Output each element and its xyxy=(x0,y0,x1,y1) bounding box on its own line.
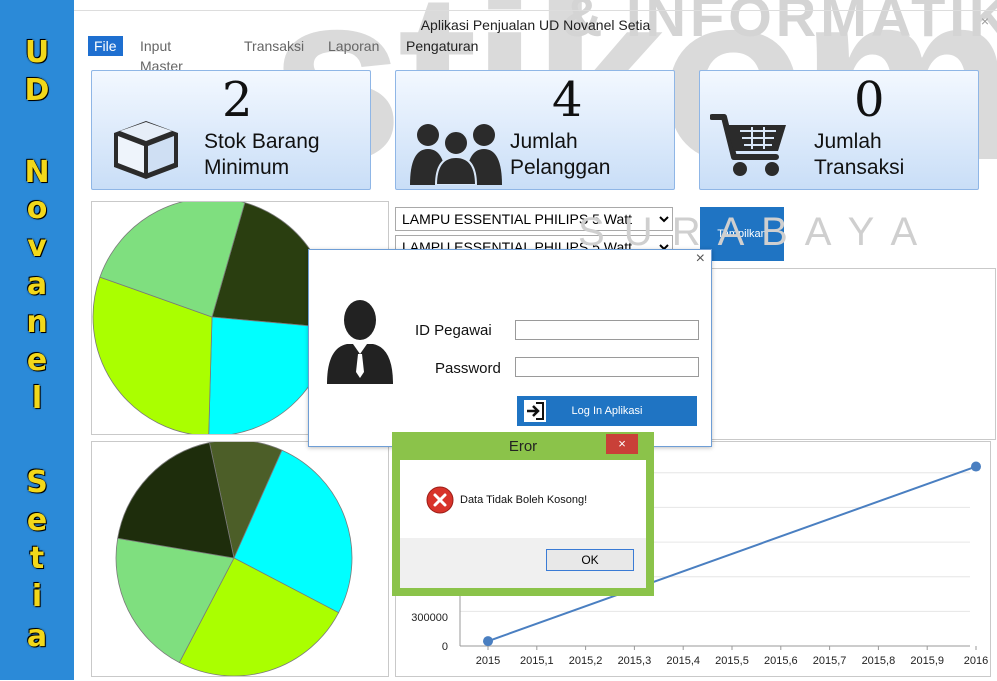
cart-icon xyxy=(710,114,786,176)
card-jumlah-transaksi[interactable]: 0 Jumlah Transaksi xyxy=(699,70,979,190)
people-icon xyxy=(410,124,502,185)
pie-chart-2 xyxy=(115,439,353,677)
sidebar-letter: n xyxy=(26,305,48,340)
sidebar-letter: N xyxy=(24,155,50,190)
sidebar-letter: t xyxy=(29,541,45,576)
menu-transaksi[interactable]: Transaksi xyxy=(244,36,304,56)
error-body: Data Tidak Boleh Kosong! OK xyxy=(400,460,646,588)
error-dialog: Eror × Data Tidak Boleh Kosong! OK xyxy=(392,432,654,596)
password-label: Password xyxy=(435,360,501,377)
sidebar-letter: o xyxy=(26,191,48,226)
x-tick-label: 2015,6 xyxy=(764,655,798,667)
result-panel xyxy=(710,268,996,440)
y-tick-label: 0 xyxy=(442,641,448,653)
menu-file[interactable]: File xyxy=(88,36,123,56)
ok-button[interactable]: OK xyxy=(546,549,634,571)
window-close-button[interactable]: × xyxy=(981,13,989,29)
sidebar-letter: a xyxy=(26,267,48,302)
id-pegawai-label: ID Pegawai xyxy=(415,322,492,339)
card-count: 4 xyxy=(552,72,583,128)
pie-chart-panel-2 xyxy=(91,439,389,677)
x-tick-label: 2015 xyxy=(476,655,500,667)
error-icon xyxy=(426,486,454,514)
sidebar-letter: U xyxy=(24,35,50,70)
sidebar-letter: D xyxy=(24,73,50,108)
user-avatar-icon xyxy=(327,300,393,384)
login-label: Log In Aplikasi xyxy=(571,405,643,417)
sidebar-banner: UDNovanelSetia xyxy=(0,0,74,680)
card-stok-barang[interactable]: 2 Stok Barang Minimum xyxy=(91,70,371,190)
login-icon xyxy=(524,400,546,422)
x-tick-label: 2015,2 xyxy=(569,655,603,667)
card-jumlah-pelanggan[interactable]: 4 Jumlah Pelanggan xyxy=(395,70,675,190)
menu-input-master[interactable]: Input Master xyxy=(140,36,183,74)
card-count: 2 xyxy=(222,72,253,128)
x-tick-label: 2015,8 xyxy=(862,655,896,667)
x-tick-label: 2016 xyxy=(964,655,988,667)
card-label: Pelanggan xyxy=(510,156,611,179)
error-message: Data Tidak Boleh Kosong! xyxy=(460,494,588,506)
window-titlebar: Aplikasi Penjualan UD Novanel Setia × xyxy=(74,10,997,37)
y-tick-label: 300000 xyxy=(411,612,448,624)
x-tick-label: 2015,5 xyxy=(715,655,749,667)
data-point xyxy=(483,636,493,647)
card-label: Jumlah xyxy=(510,130,578,153)
x-tick-label: 2015,1 xyxy=(520,655,554,667)
sidebar-letter: a xyxy=(26,619,48,654)
login-dialog: × ID Pegawai Password Log In Aplikasi xyxy=(308,249,712,447)
error-footer: OK xyxy=(400,538,646,588)
x-tick-label: 2015,3 xyxy=(618,655,652,667)
data-point xyxy=(971,461,981,472)
id-pegawai-input[interactable] xyxy=(515,320,699,340)
card-label: Stok Barang xyxy=(204,130,320,153)
sidebar-letter: v xyxy=(27,229,47,264)
card-count: 0 xyxy=(854,72,885,128)
card-label: Minimum xyxy=(204,156,290,179)
x-tick-label: 2015,4 xyxy=(666,655,700,667)
sidebar-letter: l xyxy=(31,381,43,416)
watermark-line2: S U R A B A Y A xyxy=(578,210,922,254)
sidebar-letter: S xyxy=(26,465,48,500)
x-tick-label: 2015,7 xyxy=(813,655,847,667)
menu-laporan[interactable]: Laporan xyxy=(328,36,379,56)
sidebar-letter: e xyxy=(26,343,48,378)
card-label: Transaksi xyxy=(814,156,905,179)
sidebar-letter: i xyxy=(31,579,43,614)
card-label: Jumlah xyxy=(814,130,882,153)
error-close-button[interactable]: × xyxy=(606,434,638,454)
x-tick-label: 2015,9 xyxy=(910,655,944,667)
sidebar-letter: e xyxy=(26,503,48,538)
menu-pengaturan[interactable]: Pengaturan xyxy=(406,36,478,56)
password-input[interactable] xyxy=(515,357,699,377)
window-title: Aplikasi Penjualan UD Novanel Setia xyxy=(420,17,651,33)
box-icon xyxy=(114,121,178,179)
